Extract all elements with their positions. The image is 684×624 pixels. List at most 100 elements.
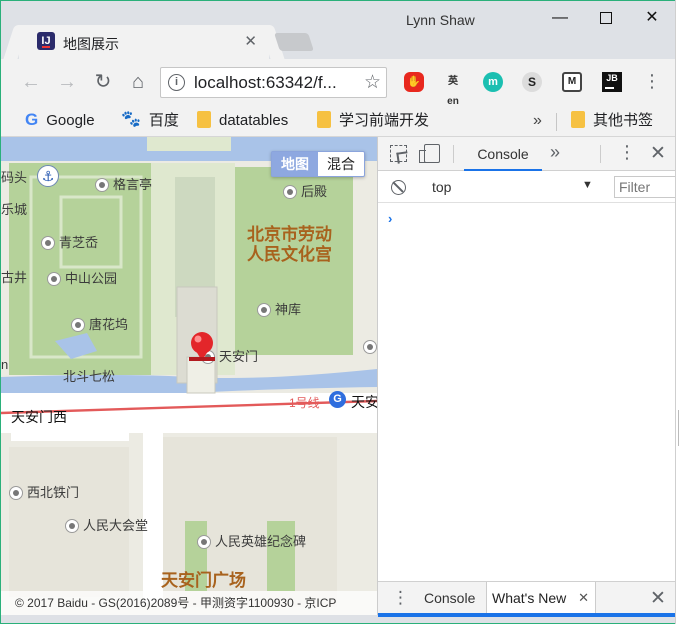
bookmark-label: Google bbox=[46, 112, 95, 129]
devtools-menu-icon[interactable]: ⋮ bbox=[618, 142, 636, 163]
poi-shenku[interactable]: 神库 bbox=[257, 299, 301, 318]
baidu-map[interactable]: 地图 混合 码头 ⚓ 乐城 古井 n 格言亭 青芝岙 中山公园 唐花坞 后殿 神… bbox=[1, 137, 377, 615]
poi-icon bbox=[47, 271, 61, 286]
devtools-panel: Console » ⋮ ✕ top ▼ › ⋮ Console What's N… bbox=[377, 137, 678, 617]
console-filter-input[interactable] bbox=[614, 176, 678, 198]
poi-icon bbox=[363, 339, 377, 354]
bookmark-label: 其他书签 bbox=[593, 112, 654, 129]
map-label-lecheng: 乐城 bbox=[1, 202, 28, 217]
forward-arrow-icon[interactable]: → bbox=[53, 68, 81, 96]
info-icon[interactable]: i bbox=[168, 74, 185, 91]
bookmarks-divider bbox=[556, 113, 557, 131]
poi-icon bbox=[9, 485, 23, 500]
inspect-element-icon[interactable] bbox=[390, 145, 407, 162]
background-scrollbar bbox=[678, 410, 684, 446]
minimize-button[interactable]: — bbox=[537, 1, 583, 35]
tab-title: 地图展示 bbox=[63, 36, 119, 52]
devtools-toolbar: Console » ⋮ ✕ bbox=[378, 137, 678, 171]
poi-tanghuawu[interactable]: 唐花坞 bbox=[71, 314, 128, 333]
s-extension-icon[interactable]: S bbox=[522, 72, 542, 92]
console-filter-bar: top ▼ bbox=[378, 171, 678, 203]
background-window-edge bbox=[675, 0, 684, 624]
poi-icon bbox=[41, 235, 55, 250]
tab-map-display[interactable]: IJ 地图展示 ✕ bbox=[19, 25, 269, 59]
bookmark-google[interactable]: G Google bbox=[25, 110, 95, 132]
map-type-hybrid-button[interactable]: 混合 bbox=[318, 152, 364, 176]
mercury-icon[interactable]: m bbox=[483, 72, 503, 92]
jetbrains-icon[interactable]: JB bbox=[602, 72, 622, 92]
poi-gechangting[interactable]: 格言亭 bbox=[95, 174, 152, 193]
map-copyright: © 2017 Baidu - GS(2016)2089号 - 甲测资字11009… bbox=[1, 591, 377, 615]
title-bar: IJ 地图展示 ✕ Lynn Shaw — ✕ bbox=[1, 1, 677, 59]
bookmark-star-icon[interactable]: ☆ bbox=[364, 71, 381, 94]
map-canvas bbox=[1, 137, 377, 615]
bookmark-other[interactable]: 其他书签 bbox=[571, 110, 653, 132]
ublock-icon[interactable]: ✋ bbox=[404, 72, 424, 92]
bookmarks-overflow-button[interactable]: » bbox=[533, 110, 542, 132]
bookmark-label: datatables bbox=[219, 112, 289, 129]
address-bar[interactable]: i localhost:63342/f... ☆ bbox=[160, 67, 387, 98]
close-icon[interactable]: ✕ bbox=[578, 582, 589, 614]
bookmarks-bar: G Google 🐾 百度 datatables 学习前端开发 » 其他书签 bbox=[1, 105, 677, 137]
folder-icon bbox=[197, 110, 211, 128]
poi-icon bbox=[65, 518, 79, 533]
bookmark-baidu[interactable]: 🐾 百度 bbox=[121, 110, 179, 132]
toolbar-divider bbox=[600, 145, 601, 163]
poi-xidan-street[interactable]: 西北铁门 bbox=[9, 482, 79, 501]
bookmark-label: 学习前端开发 bbox=[339, 112, 430, 129]
subway-station-icon[interactable]: G bbox=[329, 391, 346, 408]
google-icon: G bbox=[25, 110, 39, 130]
folder-icon bbox=[571, 110, 585, 128]
intellij-favicon-icon: IJ bbox=[37, 32, 55, 50]
new-tab-button[interactable] bbox=[274, 33, 314, 51]
poi-qingzhiduo[interactable]: 青芝岙 bbox=[41, 232, 98, 251]
road-label-tiananmen-west: 天安门西 bbox=[11, 409, 67, 425]
console-prompt[interactable]: › bbox=[388, 211, 392, 226]
map-label-tiananmen-square: 天安门广场 bbox=[161, 571, 246, 590]
poi-great-hall[interactable]: 人民大会堂 bbox=[65, 515, 148, 534]
poi-east-edge bbox=[363, 339, 377, 355]
home-icon[interactable]: ⌂ bbox=[124, 68, 152, 96]
map-label-beidou-qisong: 北斗七松 bbox=[63, 369, 116, 384]
clear-console-icon[interactable] bbox=[391, 180, 406, 195]
translate-icon[interactable]: 英en bbox=[443, 72, 463, 107]
map-marker-pin-icon[interactable] bbox=[189, 331, 215, 365]
url-text[interactable]: localhost:63342/f... bbox=[194, 73, 337, 93]
tab-console[interactable]: Console bbox=[464, 137, 542, 171]
poi-icon bbox=[257, 302, 271, 317]
device-toolbar-icon[interactable] bbox=[419, 144, 440, 163]
drawer-close-icon[interactable]: ✕ bbox=[650, 587, 666, 610]
drawer-menu-icon[interactable]: ⋮ bbox=[392, 588, 409, 608]
bookmark-datatables[interactable]: datatables bbox=[197, 110, 288, 132]
chrome-menu-icon[interactable]: ⋮ bbox=[643, 71, 661, 91]
drawer-tab-console[interactable]: Console bbox=[424, 582, 475, 614]
map-label-workers-palace: 北京市劳动 人民文化宫 bbox=[247, 225, 332, 264]
poi-monument[interactable]: 人民英雄纪念碑 bbox=[197, 531, 306, 550]
profile-name[interactable]: Lynn Shaw bbox=[406, 12, 475, 28]
close-window-button[interactable]: ✕ bbox=[629, 1, 675, 35]
map-type-normal-button[interactable]: 地图 bbox=[272, 152, 318, 176]
road-label-tiananmen-east: 天安 bbox=[351, 394, 377, 410]
bookmark-learn-frontend[interactable]: 学习前端开发 bbox=[317, 110, 429, 132]
poi-houdian[interactable]: 后殿 bbox=[283, 181, 327, 200]
poi-icon bbox=[95, 177, 109, 192]
bookmark-label: 百度 bbox=[148, 112, 179, 129]
back-arrow-icon[interactable]: ← bbox=[17, 68, 45, 96]
drawer-accent-bar bbox=[378, 613, 678, 617]
m-extension-icon[interactable]: M bbox=[562, 72, 582, 92]
context-dropdown-icon[interactable]: ▼ bbox=[582, 179, 593, 191]
tab-close-icon[interactable]: ✕ bbox=[244, 32, 257, 50]
subway-line1-label: 1号线 bbox=[289, 396, 320, 410]
poi-icon bbox=[71, 317, 85, 332]
devtools-close-icon[interactable]: ✕ bbox=[650, 142, 666, 165]
poi-zhongshan-park[interactable]: 中山公园 bbox=[47, 268, 117, 287]
baidu-paw-icon: 🐾 bbox=[121, 111, 141, 129]
browser-toolbar: ← → ↻ ⌂ i localhost:63342/f... ☆ ✋ 英en m… bbox=[1, 59, 677, 107]
more-tabs-button[interactable]: » bbox=[550, 142, 560, 163]
drawer-tab-label: What's New bbox=[492, 590, 567, 606]
maximize-button[interactable] bbox=[583, 1, 629, 35]
context-selector[interactable]: top bbox=[432, 179, 451, 195]
anchor-icon: ⚓ bbox=[37, 165, 63, 187]
drawer-tab-whats-new[interactable]: What's New ✕ bbox=[486, 582, 596, 614]
reload-icon[interactable]: ↻ bbox=[89, 68, 117, 96]
